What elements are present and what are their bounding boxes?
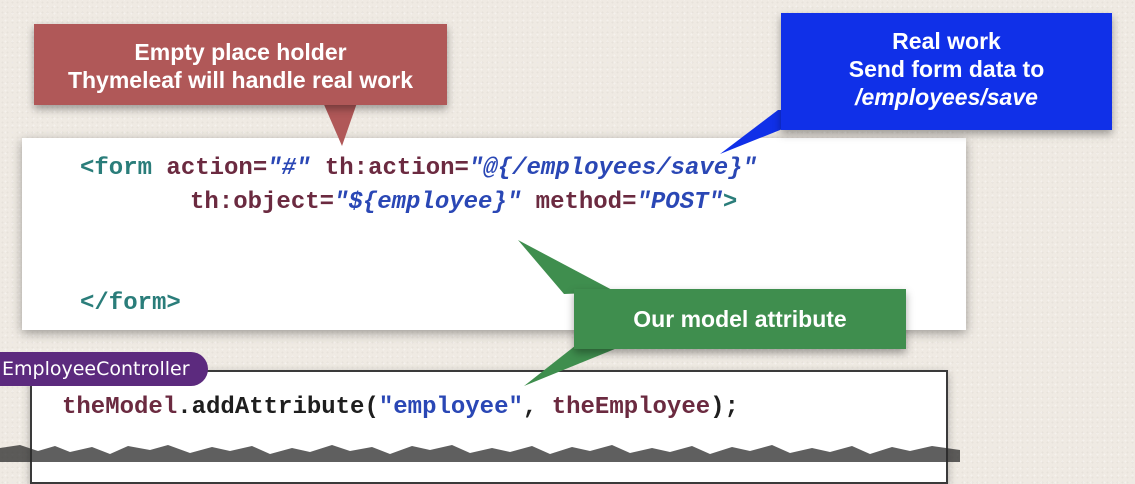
code-th-action-attr: th:action= [310, 155, 469, 182]
code-add-attribute-method: addAttribute( [191, 394, 379, 421]
code-attribute-name-string: "employee" [378, 394, 523, 421]
real-work-callout-line-2: Send form data to [848, 56, 1045, 82]
code-tag-close: > [722, 189, 738, 216]
code-form-open-tag: <form [80, 155, 167, 182]
code-method-attr: method= [521, 189, 637, 216]
code-form-close-tag: </form> [80, 290, 181, 317]
placeholder-callout-pointer [322, 100, 358, 146]
placeholder-callout-line-2: Thymeleaf will handle real work [67, 67, 414, 93]
placeholder-callout-line-1: Empty place holder [134, 39, 347, 65]
real-work-callout-line-3: /employees/save [855, 84, 1038, 110]
code-statement-end: ); [710, 394, 739, 421]
code-th-object-attr: th:object= [190, 189, 335, 216]
code-employee-arg: theEmployee [551, 394, 711, 421]
model-attribute-callout: Our model attribute [574, 289, 906, 349]
form-code-line-1: <form action="#" th:action="@{/employees… [80, 155, 757, 182]
form-code-line-3: </form> [80, 290, 181, 317]
code-action-value: "#" [267, 155, 311, 182]
code-th-action-value: "@{/employees/save}" [468, 155, 757, 182]
code-separator: , [522, 394, 552, 421]
code-model-object: theModel [62, 394, 178, 421]
torn-edge-decoration [0, 445, 960, 462]
real-work-callout-line-1: Real work [892, 28, 1001, 54]
code-action-attr: action= [166, 155, 268, 182]
form-code-line-2: th:object="${employee}" method="POST"> [190, 189, 737, 216]
code-dot: . [177, 394, 192, 421]
controller-label-tab: EmployeeController [0, 352, 208, 386]
code-th-object-value: "${employee}" [334, 189, 522, 216]
placeholder-callout: Empty place holder Thymeleaf will handle… [34, 24, 447, 105]
real-work-callout: Real work Send form data to /employees/s… [781, 13, 1112, 130]
controller-code-line: theModel.addAttribute("employee", theEmp… [62, 394, 739, 421]
controller-code-panel: theModel.addAttribute("employee", theEmp… [30, 370, 948, 484]
slide-title-remnant [0, 0, 1135, 4]
code-method-value: "POST" [636, 189, 723, 216]
